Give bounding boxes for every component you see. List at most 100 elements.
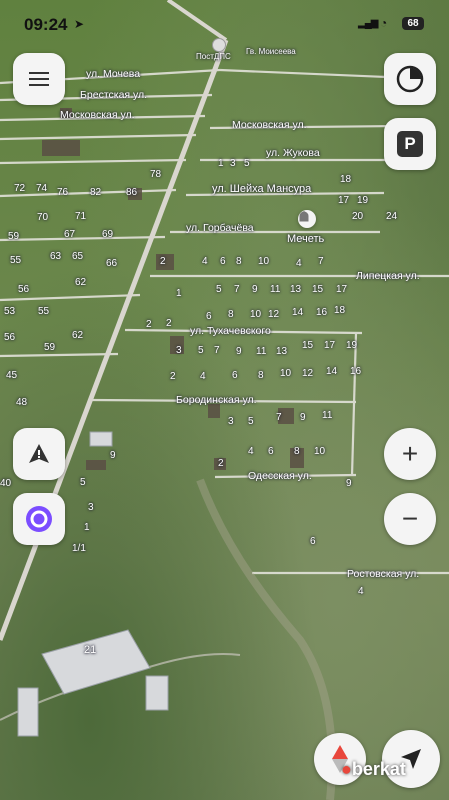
minus-icon: − bbox=[401, 503, 419, 534]
street-label: ул. Шейха Мансура bbox=[212, 183, 312, 195]
house-number: 15 bbox=[312, 284, 324, 295]
house-number: 13 bbox=[290, 284, 302, 295]
house-number: 55 bbox=[38, 306, 50, 317]
road bbox=[0, 293, 141, 302]
road bbox=[0, 133, 197, 141]
house-number: 1 bbox=[84, 522, 90, 533]
status-time: 09:24 bbox=[24, 15, 68, 34]
house-number: 14 bbox=[292, 307, 304, 318]
road bbox=[0, 158, 187, 165]
alert-icon bbox=[29, 444, 49, 463]
house-number: 59 bbox=[44, 342, 56, 353]
layers-button[interactable] bbox=[384, 53, 436, 105]
house-number: 4 bbox=[296, 258, 302, 269]
parking-button[interactable]: P bbox=[384, 118, 436, 170]
house-number: 2 bbox=[166, 318, 172, 329]
alice-button[interactable] bbox=[13, 493, 65, 545]
watermark-text: berkat bbox=[351, 759, 406, 779]
house-number: 8 bbox=[258, 370, 264, 381]
house-number: 65 bbox=[72, 251, 84, 262]
house-number: 7 bbox=[318, 256, 324, 267]
road bbox=[0, 352, 119, 358]
house-number: 45 bbox=[6, 370, 18, 381]
house-number: 5 bbox=[244, 158, 250, 169]
house-number: 24 bbox=[386, 211, 398, 222]
house-number: 9 bbox=[110, 450, 116, 461]
house-number: 6 bbox=[206, 311, 212, 322]
house-number: 17 bbox=[336, 284, 348, 295]
house-number: 14 bbox=[326, 366, 338, 377]
mosque-marker-icon[interactable] bbox=[298, 210, 316, 228]
street-label: Одесская ул. bbox=[248, 470, 312, 482]
house-number: 74 bbox=[36, 183, 48, 194]
house-number: 67 bbox=[64, 229, 76, 240]
house-number: 2 bbox=[218, 458, 224, 469]
house-number: 3 bbox=[230, 158, 236, 169]
house-number: 2 bbox=[170, 371, 176, 382]
house-number: 8 bbox=[294, 446, 300, 457]
house-number: 53 bbox=[4, 306, 16, 317]
road bbox=[219, 68, 411, 80]
road bbox=[0, 235, 166, 242]
zoom-out-button[interactable]: − bbox=[384, 493, 436, 545]
house-number: 1 bbox=[176, 288, 182, 299]
house-number: 8 bbox=[236, 256, 242, 267]
street-label: ул. Жукова bbox=[266, 147, 320, 159]
house-number: 5 bbox=[248, 416, 254, 427]
layers-icon bbox=[396, 65, 424, 93]
status-bar: 09:24 ➤ ▂▄▆ ◔ 68 bbox=[0, 0, 449, 46]
house-number: 21 bbox=[84, 644, 97, 656]
street-label: Липецкая ул. bbox=[356, 270, 420, 282]
poi-post-label[interactable]: ПостДПС bbox=[196, 52, 231, 61]
house-number: 4 bbox=[358, 586, 364, 597]
street-label: ул. Тухачевского bbox=[190, 325, 271, 337]
house-number: 5 bbox=[216, 284, 222, 295]
house-number: 66 bbox=[106, 258, 118, 269]
street-label: Гв. Моисеева bbox=[246, 47, 296, 56]
road bbox=[0, 188, 177, 198]
house-number: 9 bbox=[346, 478, 352, 489]
menu-button[interactable] bbox=[13, 53, 65, 105]
house-number: 86 bbox=[126, 187, 138, 198]
house-number: 56 bbox=[18, 284, 30, 295]
house-number: 62 bbox=[75, 277, 87, 288]
house-number: 17 bbox=[324, 340, 336, 351]
house-number: 7 bbox=[234, 284, 240, 295]
street-label: Брестская ул. bbox=[80, 89, 148, 101]
zoom-in-button[interactable]: + bbox=[384, 428, 436, 480]
house-number: 7 bbox=[276, 412, 282, 423]
house-number: 55 bbox=[10, 255, 22, 266]
house-number: 10 bbox=[250, 309, 262, 320]
street-label: ул. Горбачёва bbox=[186, 222, 254, 234]
house-number: 63 bbox=[50, 251, 62, 262]
house-number: 40 bbox=[0, 478, 12, 489]
watermark-dot-icon: ● bbox=[341, 759, 352, 779]
house-number: 19 bbox=[346, 340, 358, 351]
house-number: 9 bbox=[300, 412, 306, 423]
location-arrow-icon: ➤ bbox=[74, 17, 85, 31]
house-number: 3 bbox=[88, 502, 94, 513]
house-number: 18 bbox=[340, 174, 352, 185]
house-number: 10 bbox=[314, 446, 326, 457]
house-number: 11 bbox=[322, 410, 333, 421]
house-number: 1 bbox=[218, 158, 224, 169]
house-number: 9 bbox=[252, 284, 258, 295]
house-number: 6 bbox=[220, 256, 226, 267]
poi-mosque-label[interactable]: Мечеть bbox=[287, 233, 324, 245]
menu-icon bbox=[29, 72, 49, 86]
alice-icon bbox=[26, 506, 52, 532]
house-number: 10 bbox=[280, 368, 292, 379]
battery-icon: 68 bbox=[402, 17, 424, 30]
road-events-button[interactable] bbox=[13, 428, 65, 480]
house-number: 71 bbox=[75, 211, 87, 222]
house-number: 59 bbox=[8, 231, 20, 242]
house-number: 76 bbox=[57, 187, 69, 198]
house-number: 69 bbox=[102, 229, 114, 240]
plus-icon: + bbox=[401, 438, 419, 469]
house-number: 1/1 bbox=[72, 543, 86, 554]
house-number: 19 bbox=[357, 195, 369, 206]
parking-icon: P bbox=[397, 131, 423, 157]
house-number: 6 bbox=[268, 446, 274, 457]
house-number: 2 bbox=[146, 319, 152, 330]
map-canvas[interactable]: ул. Мочева Гв. Моисеева Брестская ул. Мо… bbox=[0, 0, 449, 800]
